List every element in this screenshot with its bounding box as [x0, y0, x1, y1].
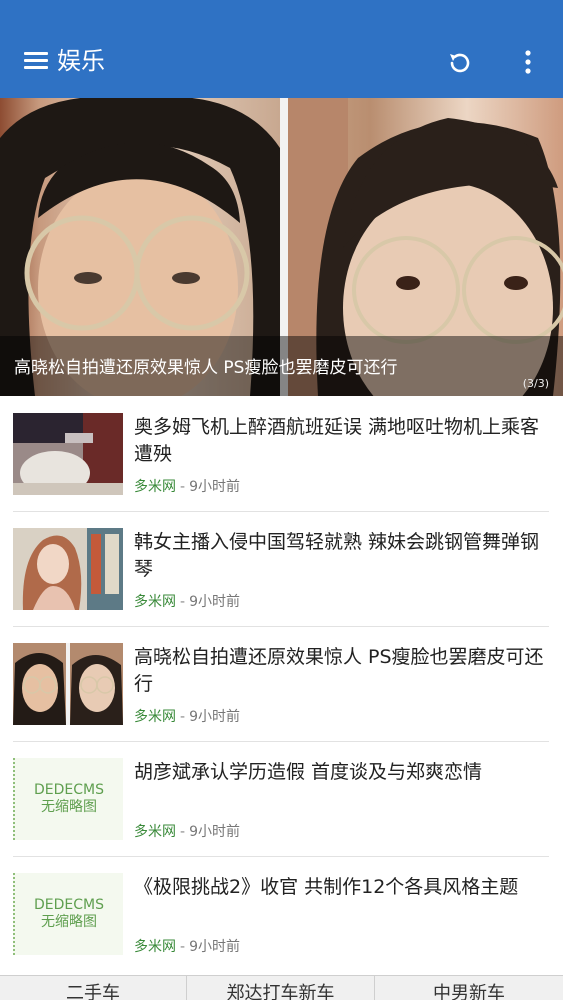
news-item[interactable]: DEDECMS 无缩略图 胡彦斌承认学历造假 首度谈及与郑爽恋情 多米网 -9小时… [0, 742, 563, 857]
news-time: 9小时前 [189, 709, 240, 725]
news-meta: 多米网 -9小时前 [134, 478, 240, 496]
news-meta: 多米网 -9小时前 [134, 823, 240, 841]
news-source: 多米网 [134, 824, 176, 840]
app-bar: 娱乐 [0, 0, 563, 98]
news-meta: 多米网 -9小时前 [134, 938, 240, 956]
news-thumbnail-placeholder: DEDECMS 无缩略图 [13, 758, 123, 840]
news-thumbnail [13, 528, 123, 610]
bottom-tab-ride-hailing[interactable]: 郑达打车新车 [187, 976, 375, 1000]
meta-separator: - [180, 479, 186, 495]
news-time: 9小时前 [189, 824, 240, 840]
news-thumbnail [13, 643, 123, 725]
news-source: 多米网 [134, 479, 176, 495]
placeholder-line1: DEDECMS [34, 782, 104, 798]
refresh-icon[interactable] [444, 48, 474, 78]
bottom-tab-new-cars[interactable]: 中男新车 [375, 976, 563, 1000]
hero-page-indicator: (3/3) [522, 377, 549, 390]
news-source: 多米网 [134, 939, 176, 955]
news-meta: 多米网 -9小时前 [134, 593, 240, 611]
news-source: 多米网 [134, 594, 176, 610]
more-vertical-icon[interactable] [518, 48, 538, 78]
meta-separator: - [180, 824, 186, 840]
placeholder-line2: 无缩略图 [41, 799, 97, 815]
hero-caption: 高晓松自拍遭还原效果惊人 PS瘦脸也罢磨皮可还行 [14, 358, 398, 378]
news-time: 9小时前 [189, 594, 240, 610]
news-item[interactable]: 奥多姆飞机上醉酒航班延误 满地呕吐物机上乘客遭殃 多米网 -9小时前 [0, 397, 563, 512]
hero-banner[interactable]: 高晓松自拍遭还原效果惊人 PS瘦脸也罢磨皮可还行 (3/3) [0, 98, 563, 396]
news-thumbnail-placeholder: DEDECMS 无缩略图 [13, 873, 123, 955]
meta-separator: - [180, 939, 186, 955]
news-item[interactable]: 韩女主播入侵中国驾轻就熟 辣妹会跳钢管舞弹钢琴 多米网 -9小时前 [0, 512, 563, 627]
menu-icon[interactable] [24, 52, 48, 70]
news-headline: 韩女主播入侵中国驾轻就熟 辣妹会跳钢管舞弹钢琴 [134, 531, 540, 580]
news-headline: 胡彦斌承认学历造假 首度谈及与郑爽恋情 [134, 761, 483, 783]
news-meta: 多米网 -9小时前 [134, 708, 240, 726]
placeholder-line1: DEDECMS [34, 897, 104, 913]
news-item[interactable]: 高晓松自拍遭还原效果惊人 PS瘦脸也罢磨皮可还行 多米网 -9小时前 [0, 627, 563, 742]
news-time: 9小时前 [189, 479, 240, 495]
news-source: 多米网 [134, 709, 176, 725]
placeholder-line2: 无缩略图 [41, 914, 97, 930]
meta-separator: - [180, 594, 186, 610]
bottom-tab-bar: 二手车 郑达打车新车 中男新车 [0, 975, 563, 1000]
news-thumbnail [13, 413, 123, 495]
meta-separator: - [180, 709, 186, 725]
news-item[interactable]: DEDECMS 无缩略图 《极限挑战2》收官 共制作12个各具风格主题 多米网 -… [0, 857, 563, 972]
news-time: 9小时前 [189, 939, 240, 955]
news-headline: 奥多姆飞机上醉酒航班延误 满地呕吐物机上乘客遭殃 [134, 416, 540, 465]
page-title: 娱乐 [57, 47, 105, 75]
news-headline: 《极限挑战2》收官 共制作12个各具风格主题 [134, 876, 519, 898]
bottom-tab-used-cars[interactable]: 二手车 [0, 976, 187, 1000]
news-headline: 高晓松自拍遭还原效果惊人 PS瘦脸也罢磨皮可还行 [134, 646, 544, 695]
